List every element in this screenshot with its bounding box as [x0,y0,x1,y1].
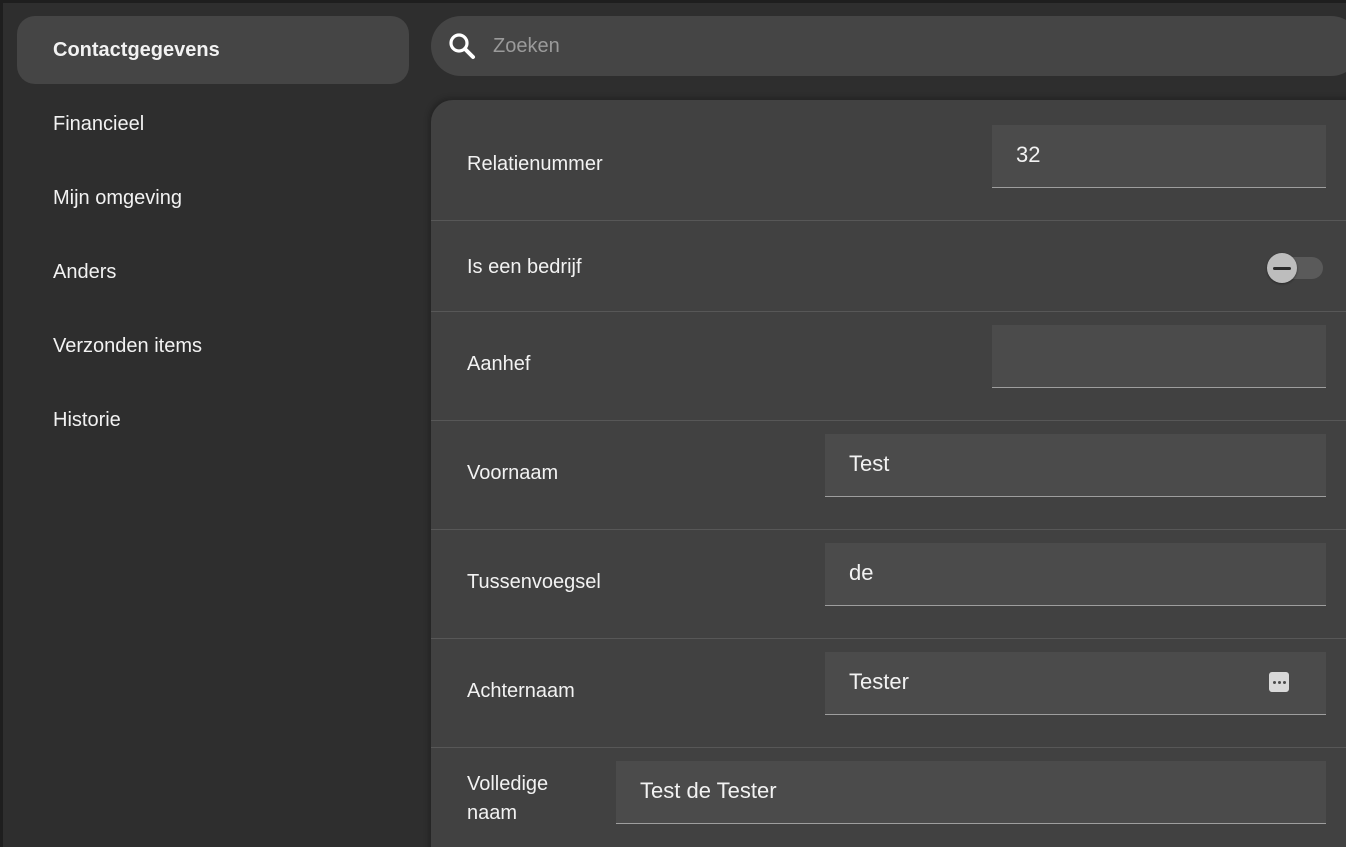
volledige-naam-field[interactable]: Test de Tester [616,761,1326,824]
sidebar-item-label: Financieel [53,112,145,135]
aanhef-label: Aanhef [467,353,531,375]
sidebar: Contactgegevens Financieel Mijn omgeving… [17,16,409,460]
form-row-achternaam: Achternaam Tester [431,639,1346,748]
sidebar-item-contactgegevens[interactable]: Contactgegevens [17,16,409,84]
form-row-voornaam: Voornaam Test [431,421,1346,530]
sidebar-item-label: Anders [53,260,117,283]
achternaam-field[interactable]: Tester [825,652,1326,715]
sidebar-item-label: Mijn omgeving [53,186,182,209]
voornaam-value: Test [849,451,890,476]
volledige-naam-label-line1: Volledige [467,773,549,795]
sidebar-item-financieel[interactable]: Financieel [17,90,409,158]
form-row-relatienummer: Relatienummer 32 [431,100,1346,221]
sidebar-item-anders[interactable]: Anders [17,238,409,306]
sidebar-item-label: Verzonden items [53,334,202,357]
form-row-volledige-naam: Volledige naam Test de Tester [431,748,1346,847]
toggle-knob [1267,253,1297,283]
achternaam-value: Tester [849,669,909,694]
more-icon[interactable] [1269,672,1289,692]
contact-form-panel: Relatienummer 32 Is een bedrijf Aanhef V… [431,100,1346,847]
tussenvoegsel-label: Tussenvoegsel [467,571,601,593]
app-window: Contactgegevens Financieel Mijn omgeving… [0,0,1346,847]
sidebar-item-label: Historie [53,408,121,431]
form-row-aanhef: Aanhef [431,312,1346,421]
form-row-is-bedrijf: Is een bedrijf [431,221,1346,312]
achternaam-label: Achternaam [467,680,575,702]
relatienummer-label: Relatienummer [467,153,603,175]
voornaam-field[interactable]: Test [825,434,1326,497]
form-row-tussenvoegsel: Tussenvoegsel de [431,530,1346,639]
search-input[interactable] [491,33,1315,59]
sidebar-item-verzonden-items[interactable]: Verzonden items [17,312,409,380]
sidebar-item-historie[interactable]: Historie [17,386,409,454]
relatienummer-field[interactable]: 32 [992,125,1326,188]
is-bedrijf-toggle[interactable] [1267,253,1323,283]
tussenvoegsel-field[interactable]: de [825,543,1326,606]
sidebar-item-mijn-omgeving[interactable]: Mijn omgeving [17,164,409,232]
volledige-naam-label-line2: naam [467,802,518,824]
tussenvoegsel-value: de [849,560,874,585]
aanhef-field[interactable] [992,325,1326,388]
sidebar-item-label: Contactgegevens [53,38,220,61]
search-bar [431,16,1346,76]
search-icon[interactable] [447,31,477,61]
is-bedrijf-label: Is een bedrijf [467,256,582,278]
voornaam-label: Voornaam [467,462,559,484]
relatienummer-value: 32 [1016,142,1041,167]
volledige-naam-label: Volledige naam [467,770,548,828]
minus-icon [1273,266,1291,270]
volledige-naam-value: Test de Tester [640,778,777,803]
